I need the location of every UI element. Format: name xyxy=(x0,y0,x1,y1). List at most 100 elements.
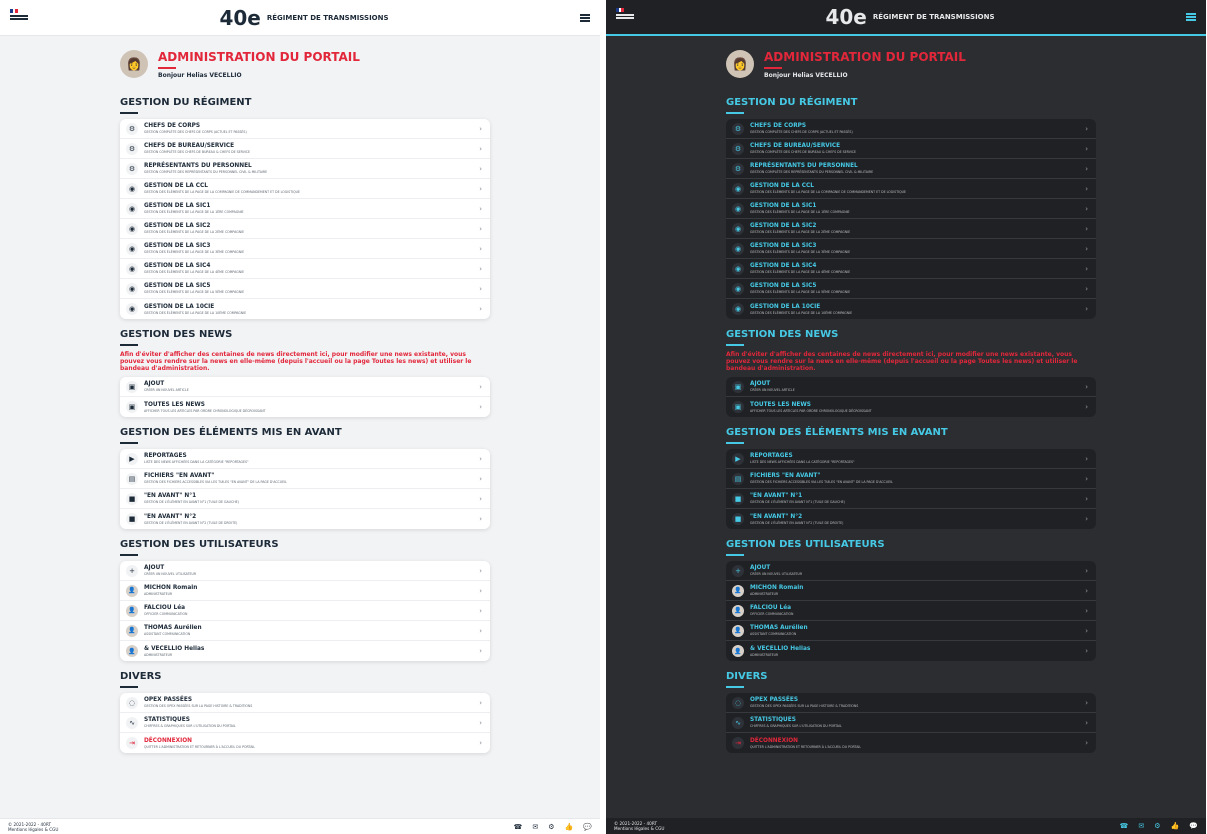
list-item[interactable]: ▣ AJOUT CRÉER UN NOUVEL ARTICLE › xyxy=(726,377,1096,397)
topbar: 40e RÉGIMENT DE TRANSMISSIONS xyxy=(606,0,1206,36)
list-item[interactable]: 👤 MICHON Romain ADMINISTRATEUR › xyxy=(120,581,490,601)
item-label: & VECELLIO Helias xyxy=(144,645,205,652)
phone-icon[interactable]: ☎ xyxy=(1120,822,1129,830)
list-item[interactable]: ◉ GESTION DE LA SIC2 GESTION DES ÉLÉMENTS … xyxy=(726,219,1096,239)
list-item[interactable]: ■ "EN AVANT" N°2 GESTION DE L'ÉLÉMENT EN A… xyxy=(120,509,490,529)
item-label: THOMAS Aurélien xyxy=(144,625,202,631)
list-item[interactable]: ▶ REPORTAGES LISTE DES NEWS AFFICHÉES DANS… xyxy=(726,449,1096,469)
mail-icon[interactable]: ✉ xyxy=(532,823,538,831)
item-label: GESTION DE LA CCL xyxy=(144,183,208,189)
item-desc: GESTION COMPLÈTE DES CHEFS DE BUREAU & C… xyxy=(750,150,857,154)
list-item[interactable]: ∿ STATISTIQUES CHIFFRES & GRAPHIQUES SUR L… xyxy=(726,713,1096,733)
chevron-right-icon: › xyxy=(1085,285,1088,293)
gear-icon[interactable]: ⚙ xyxy=(1154,822,1160,830)
item-label: FALCIOU Léa xyxy=(144,605,186,611)
list-item[interactable]: ◉ GESTION DE LA SIC1 GESTION DES ÉLÉMENTS … xyxy=(120,199,490,219)
avatar: 👤 xyxy=(126,624,138,637)
list-item[interactable]: ∿ STATISTIQUES CHIFFRES & GRAPHIQUES SUR L… xyxy=(120,713,490,733)
list-item[interactable]: ■ "EN AVANT" N°2 GESTION DE L'ÉLÉMENT EN A… xyxy=(726,509,1096,529)
chevron-right-icon: › xyxy=(479,185,482,193)
list-item[interactable]: 👤 THOMAS Aurélien ASSISTANT COMMUNICATION › xyxy=(120,621,490,641)
list-item[interactable]: ▣ AJOUT CRÉER UN NOUVEL ARTICLE › xyxy=(120,377,490,397)
list-item[interactable]: ◉ GESTION DE LA SIC3 GESTION DES ÉLÉMENTS … xyxy=(726,239,1096,259)
list-item[interactable]: ◉ GESTION DE LA SIC5 GESTION DES ÉLÉMENTS … xyxy=(726,279,1096,299)
chevron-right-icon: › xyxy=(479,495,482,503)
list-item[interactable]: ◉ GESTION DE LA SIC4 GESTION DES ÉLÉMENTS … xyxy=(726,259,1096,279)
item-desc: GESTION COMPLÈTE DES CHEFS DE BUREAU & C… xyxy=(144,150,251,154)
gear-icon[interactable]: ⚙ xyxy=(548,823,554,831)
list-item[interactable]: ■ "EN AVANT" N°1 GESTION DE L'ÉLÉMENT EN A… xyxy=(726,489,1096,509)
item-desc: LISTE DES NEWS AFFICHÉES DANS LA CATÉGOR… xyxy=(750,460,855,464)
list-item[interactable]: ◉ GESTION DE LA SIC5 GESTION DES ÉLÉMENTS … xyxy=(120,279,490,299)
section-title: GESTION DES UTILISATEURS xyxy=(120,539,279,550)
like-icon[interactable]: 👍 xyxy=(565,823,574,831)
like-icon[interactable]: 👍 xyxy=(1171,822,1180,830)
list-item[interactable]: 👤 & VECELLIO Helias ADMINISTRATEUR › xyxy=(120,641,490,661)
list-item[interactable]: ▤ FICHIERS "EN AVANT" GESTION DES FICHIERS… xyxy=(120,469,490,489)
chart-icon: ∿ xyxy=(126,716,138,729)
chevron-right-icon: › xyxy=(1085,455,1088,463)
list-item[interactable]: ◌ OPEX PASSÉES GESTION DES OPEX PASSÉES SU… xyxy=(120,693,490,713)
list-item[interactable]: ◉ GESTION DE LA 10CIE GESTION DES ÉLÉMENTS… xyxy=(120,299,490,319)
avatar: 👤 xyxy=(732,624,744,637)
list-item[interactable]: ◉ GESTION DE LA SIC2 GESTION DES ÉLÉMENTS … xyxy=(120,219,490,239)
list-item[interactable]: 👤 THOMAS Aurélien ASSISTANT COMMUNICATION › xyxy=(726,621,1096,641)
item-desc: QUITTER L'ADMINISTRATION ET RETOURNER À … xyxy=(144,744,256,749)
list-item[interactable]: ◌ OPEX PASSÉES GESTION DES OPEX PASSÉES SU… xyxy=(726,693,1096,713)
list-item[interactable]: ▣ TOUTES LES NEWS AFFICHER TOUS LES ARTICL… xyxy=(726,397,1096,417)
item-desc: GESTION DES ÉLÉMENTS DE LA PAGE DE LA 10… xyxy=(144,310,247,315)
list-item[interactable]: ⚙ CHEFS DE CORPS GESTION COMPLÈTE DES CHEF… xyxy=(120,119,490,139)
list-item[interactable]: ⇥ DÉCONNEXION QUITTER L'ADMINISTRATION ET … xyxy=(726,733,1096,753)
list-item[interactable]: ◉ GESTION DE LA CCL GESTION DES ÉLÉMENTS D… xyxy=(120,179,490,199)
list-item[interactable]: ◉ GESTION DE LA CCL GESTION DES ÉLÉMENTS D… xyxy=(726,179,1096,199)
list-item[interactable]: 👤 MICHON Romain ADMINISTRATEUR › xyxy=(726,581,1096,601)
list-item[interactable]: 👤 FALCIOU Léa OFFICIER COMMUNICATION › xyxy=(120,601,490,621)
chevron-right-icon: › xyxy=(1085,719,1088,727)
list-item[interactable]: ◉ GESTION DE LA SIC3 GESTION DES ÉLÉMENTS … xyxy=(120,239,490,259)
chevron-right-icon: › xyxy=(1085,225,1088,233)
list-item[interactable]: ■ "EN AVANT" N°1 GESTION DE L'ÉLÉMENT EN A… xyxy=(120,489,490,509)
list-item[interactable]: ▶ REPORTAGES LISTE DES NEWS AFFICHÉES DANS… xyxy=(120,449,490,469)
news-list: ▣ AJOUT CRÉER UN NOUVEL ARTICLE › ▣ TOUTES L… xyxy=(120,377,490,417)
phone-icon[interactable]: ☎ xyxy=(514,823,523,831)
sic5-emblem-icon: ◉ xyxy=(732,282,744,295)
list-item[interactable]: ⚙ CHEFS DE CORPS GESTION COMPLÈTE DES CHEF… xyxy=(726,119,1096,139)
list-item[interactable]: ▣ TOUTES LES NEWS AFFICHER TOUS LES ARTICL… xyxy=(120,397,490,417)
list-item[interactable]: ⇥ DÉCONNEXION QUITTER L'ADMINISTRATION ET … xyxy=(120,733,490,753)
item-desc: GESTION DES ÉLÉMENTS DE LA PAGE DE LA 1È… xyxy=(144,210,244,214)
highlight-section: GESTION DES ÉLÉMENTS MIS EN AVANT ▶ REPOR… xyxy=(726,427,1096,529)
chevron-right-icon: › xyxy=(1085,515,1088,523)
chat-icon[interactable]: 💬 xyxy=(1189,822,1198,830)
chevron-right-icon: › xyxy=(479,205,482,213)
list-item[interactable]: ⚙ CHEFS DE BUREAU/SERVICE GESTION COMPLÈTE… xyxy=(726,139,1096,159)
chevron-right-icon: › xyxy=(479,587,482,595)
list-item[interactable]: ⚙ REPRÉSENTANTS DU PERSONNEL GESTION COMPL… xyxy=(726,159,1096,179)
chevron-right-icon: › xyxy=(479,739,482,747)
item-desc: GESTION DES ÉLÉMENTS DE LA PAGE DE LA 1È… xyxy=(750,210,850,214)
footer: © 2021-2022 - 40RT Mentions légales & CGU… xyxy=(0,818,600,834)
list-item[interactable]: + AJOUT CRÉER UN NOUVEL UTILISATEUR › xyxy=(726,561,1096,581)
item-desc: GESTION DES ÉLÉMENTS DE LA PAGE DE LA CO… xyxy=(750,190,906,194)
section-title: GESTION DES ÉLÉMENTS MIS EN AVANT xyxy=(120,427,342,438)
item-label: REPORTAGES xyxy=(750,453,793,459)
list-item[interactable]: 👤 FALCIOU Léa OFFICIER COMMUNICATION › xyxy=(726,601,1096,621)
list-item[interactable]: 👤 & VECELLIO Helias ADMINISTRATEUR › xyxy=(726,641,1096,661)
list-item[interactable]: ◉ GESTION DE LA SIC4 GESTION DES ÉLÉMENTS … xyxy=(120,259,490,279)
list-item[interactable]: ⚙ REPRÉSENTANTS DU PERSONNEL GESTION COMPL… xyxy=(120,159,490,179)
menu-icon[interactable] xyxy=(1186,13,1196,21)
mail-icon[interactable]: ✉ xyxy=(1138,822,1144,830)
list-item[interactable]: ⚙ CHEFS DE BUREAU/SERVICE GESTION COMPLÈTE… xyxy=(120,139,490,159)
item-desc: ADMINISTRATEUR xyxy=(144,592,173,596)
logout-icon: ⇥ xyxy=(732,737,744,749)
list-item[interactable]: ◉ GESTION DE LA SIC1 GESTION DES ÉLÉMENTS … xyxy=(726,199,1096,219)
item-desc: GESTION DES FICHIERS ACCESSIBLES VIA LES… xyxy=(750,480,893,484)
menu-icon[interactable] xyxy=(580,13,590,22)
globe-icon: ◌ xyxy=(126,696,138,709)
chevron-right-icon: › xyxy=(1085,145,1088,153)
list-item[interactable]: ▤ FICHIERS "EN AVANT" GESTION DES FICHIERS… xyxy=(726,469,1096,489)
legal-link[interactable]: Mentions légales & CGU xyxy=(8,827,58,832)
list-item[interactable]: ◉ GESTION DE LA 10CIE GESTION DES ÉLÉMENTS… xyxy=(726,299,1096,319)
legal-link[interactable]: Mentions légales & CGU xyxy=(614,826,664,831)
list-item[interactable]: + AJOUT CRÉER UN NOUVEL UTILISATEUR › xyxy=(120,561,490,581)
chat-icon[interactable]: 💬 xyxy=(583,823,592,831)
